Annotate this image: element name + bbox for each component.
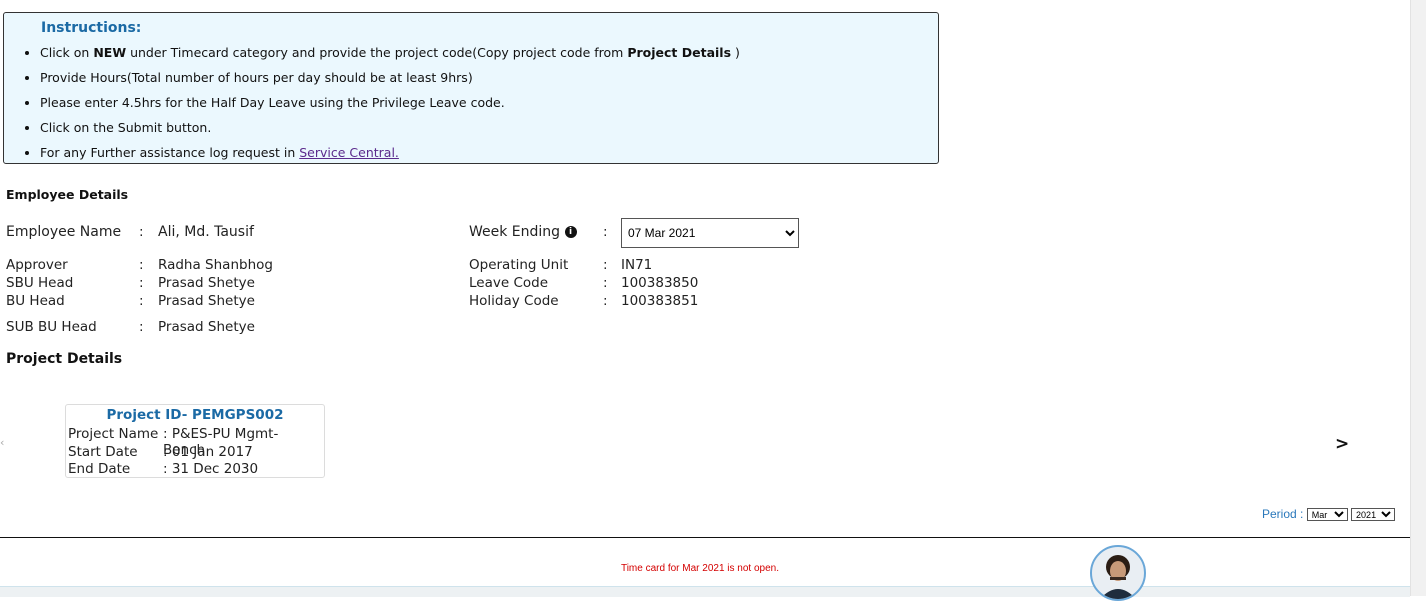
instruction-item: Please enter 4.5hrs for the Half Day Lea… [40,94,740,119]
instruction-text: For any Further assistance log request i… [40,145,300,160]
sbu-head-label: SBU Head [6,275,74,291]
colon: : [139,319,144,335]
colon: : [603,293,608,309]
operating-unit-value: IN71 [621,257,653,273]
approver-label: Approver [6,257,68,273]
divider [0,537,1410,538]
project-name-label: Project Name [68,426,159,442]
instruction-item: Click on NEW under Timecard category and… [40,44,740,69]
project-details-title: Project Details [6,351,123,367]
leave-code-label: Leave Code [469,275,549,291]
colon: : [603,224,608,240]
employee-details-title: Employee Details [6,187,129,202]
colon: : [603,275,608,291]
period-month-select[interactable]: Mar [1306,508,1348,521]
project-id-title: Project ID- PEMGPS002 [106,407,284,423]
colon: : [139,224,144,240]
service-central-link[interactable]: Service Central. [299,145,399,160]
sub-bu-head-value: Prasad Shetye [158,319,255,335]
end-date-label: End Date [68,461,131,477]
instruction-item: Click on the Submit button. [40,119,740,144]
footer-bar [0,586,1410,597]
start-date-label: Start Date [68,444,138,460]
instruction-item: For any Further assistance log request i… [40,144,740,169]
vertical-scrollbar[interactable] [1410,0,1426,596]
holiday-code-value: 100383851 [621,293,699,309]
week-ending-select[interactable]: 07 Mar 2021 [621,218,799,248]
sub-bu-head-label: SUB BU Head [6,319,97,335]
week-ending-label: Week Ending i [469,224,577,240]
employee-name-value: Ali, Md. Tausif [158,224,254,240]
instruction-text: ) [731,45,740,60]
holiday-code-label: Holiday Code [469,293,559,309]
week-ending-text: Week Ending [469,224,561,240]
period-selector: Period : Mar 2021 [1262,507,1396,521]
sbu-head-value: Prasad Shetye [158,275,255,291]
colon: : [139,257,144,273]
approver-value: Radha Shanbhog [158,257,273,273]
bu-head-label: BU Head [6,293,65,309]
period-year-select[interactable]: 2021 [1351,508,1396,521]
instructions-panel: Instructions: Click on NEW under Timecar… [3,12,939,164]
instruction-item: Provide Hours(Total number of hours per … [40,69,740,94]
colon: : [603,257,608,273]
end-date-value: : 31 Dec 2030 [163,461,259,477]
prev-arrow-icon[interactable]: ‹ [0,436,4,449]
instruction-bold-project-details: Project Details [627,45,732,60]
project-card[interactable]: Project ID- PEMGPS002 Project Name : P&E… [65,404,325,478]
instruction-text: Click on [40,45,94,60]
avatar[interactable] [1090,545,1146,601]
leave-code-value: 100383850 [621,275,699,291]
period-label: Period : [1262,507,1304,521]
bu-head-value: Prasad Shetye [158,293,255,309]
instructions-title: Instructions: [41,20,142,36]
colon: : [139,293,144,309]
avatar-person-icon [1100,555,1136,599]
operating-unit-label: Operating Unit [469,257,569,273]
instruction-bold-new: NEW [93,45,127,60]
start-date-value: : 01 Jan 2017 [163,444,253,460]
info-icon[interactable]: i [564,226,577,238]
colon: : [139,275,144,291]
next-arrow-icon[interactable]: > [1335,434,1349,454]
instruction-text: under Timecard category and provide the … [126,45,628,60]
timecard-status-message: Time card for Mar 2021 is not open. [620,563,780,574]
employee-name-label: Employee Name [6,224,122,240]
instructions-list: Click on NEW under Timecard category and… [18,44,740,169]
